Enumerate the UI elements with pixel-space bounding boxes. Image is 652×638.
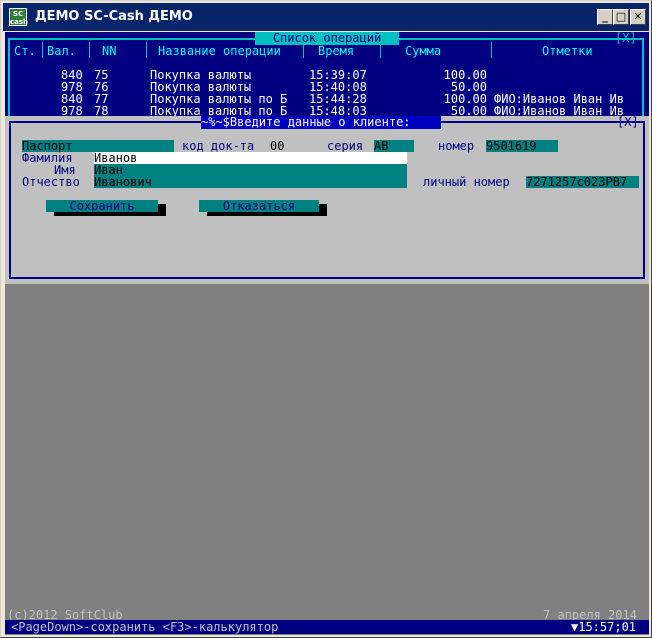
surname-field[interactable]: Иванов — [94, 152, 407, 164]
client-dialog-close-button[interactable]: [X] — [617, 116, 639, 128]
console-area: Список операций [X] Ст. Вал. NN Название… — [5, 32, 649, 635]
column-divider — [303, 42, 304, 58]
save-button[interactable]: Сохранить — [46, 200, 158, 212]
personal-number-field[interactable]: 7271257c023PB7 — [526, 176, 639, 188]
column-header-time[interactable]: Время — [318, 45, 354, 57]
column-divider — [42, 42, 43, 58]
column-divider — [89, 42, 90, 58]
column-header-operation[interactable]: Название операции — [158, 45, 281, 57]
window-title: ДЕМО SC-Cash ДЕМО — [35, 9, 193, 24]
title-bar[interactable]: SC cash ДЕМО SC-Cash ДЕМО _ □ ✕ — [3, 3, 649, 31]
minimize-button[interactable]: _ — [597, 9, 613, 25]
doc-code-field[interactable]: 00 — [270, 140, 287, 152]
column-divider — [491, 42, 492, 58]
column-header-number[interactable]: NN — [102, 45, 116, 57]
operations-close-button[interactable]: [X] — [615, 32, 637, 44]
operations-panel: Список операций [X] Ст. Вал. NN Название… — [5, 32, 649, 118]
patronymic-field[interactable]: Иванович — [94, 176, 407, 188]
column-header-currency[interactable]: Вал. — [47, 45, 76, 57]
hotkey-hints: <PageDown>-сохранить <F3>-калькулятор — [11, 620, 279, 634]
series-field[interactable]: АВ — [374, 140, 414, 152]
series-label: серия — [327, 139, 364, 153]
personal-number-label: личный номер — [423, 175, 510, 189]
cancel-button[interactable]: Отказаться — [199, 200, 319, 212]
doc-code-label: код док-та — [182, 139, 255, 153]
patronymic-label: Отчество — [22, 175, 80, 189]
client-dialog-title: ~%~$Введите данные о клиенте: — [201, 116, 441, 129]
close-button[interactable]: ✕ — [630, 9, 646, 25]
status-bar: <PageDown>-сохранить <F3>-калькулятор ▼1… — [5, 620, 649, 634]
clock-text: ▼15:57;01 — [571, 620, 637, 634]
column-header-status[interactable]: Ст. — [14, 45, 36, 57]
column-divider — [380, 42, 381, 58]
number-field[interactable]: 9501619 — [486, 140, 558, 152]
app-window: SC cash ДЕМО SC-Cash ДЕМО _ □ ✕ Список о… — [0, 0, 652, 638]
app-icon: SC cash — [9, 8, 29, 26]
column-divider — [146, 42, 147, 58]
number-label: номер — [438, 139, 475, 153]
column-header-sum[interactable]: Сумма — [405, 45, 441, 57]
client-dialog: ~%~$Введите данные о клиенте: [X] Паспор… — [5, 116, 649, 284]
column-header-notes[interactable]: Отметки — [542, 45, 593, 57]
maximize-button[interactable]: □ — [613, 9, 629, 25]
